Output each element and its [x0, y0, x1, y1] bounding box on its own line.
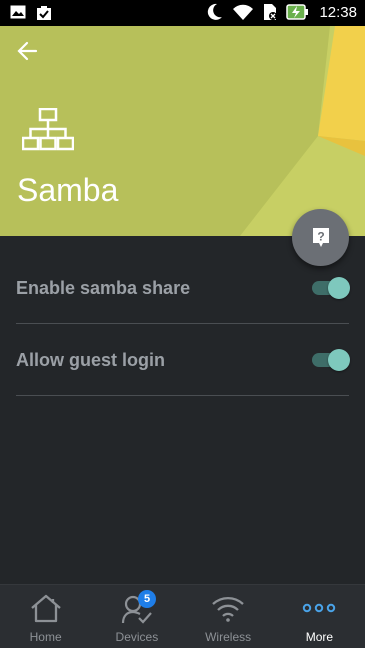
more-icon — [303, 603, 336, 613]
battery-charging-icon — [286, 4, 309, 20]
nav-item-more[interactable]: More — [274, 585, 365, 648]
settings-list: Enable samba share Allow guest login — [0, 252, 365, 396]
setting-label: Enable samba share — [16, 278, 191, 298]
nav-label: Home — [29, 630, 62, 644]
setting-row-enable-samba[interactable]: Enable samba share — [16, 252, 350, 324]
home-icon — [30, 594, 61, 623]
nav-item-devices[interactable]: Devices — [91, 585, 182, 648]
sim-icon — [264, 4, 278, 20]
wifi-icon — [233, 4, 254, 20]
nav-item-wireless[interactable]: Wireless — [183, 585, 274, 648]
clipboard-check-icon — [37, 6, 51, 20]
status-time: 12:38 — [319, 3, 357, 21]
svg-text:?: ? — [317, 229, 324, 243]
image-icon — [10, 5, 26, 19]
nav-label: Devices — [115, 630, 159, 644]
back-button[interactable] — [14, 38, 42, 64]
guest-login-toggle[interactable] — [312, 349, 350, 371]
toggle-thumb — [328, 277, 350, 299]
enable-samba-toggle[interactable] — [312, 277, 350, 299]
devices-count-badge: 5 — [138, 590, 156, 608]
network-share-icon — [22, 108, 74, 151]
wifi-icon — [212, 597, 244, 622]
setting-row-guest-login[interactable]: Allow guest login — [16, 324, 350, 396]
help-button[interactable]: ? — [292, 209, 349, 266]
bottom-nav: Home Devices Wireless More — [0, 584, 365, 648]
nav-label: Wireless — [205, 630, 252, 644]
nav-label: More — [305, 630, 334, 644]
setting-label: Allow guest login — [16, 350, 165, 370]
nav-item-home[interactable]: Home — [0, 585, 91, 648]
help-bubble-icon: ? — [312, 227, 329, 247]
page-header: Samba — [0, 26, 365, 236]
page-title: Samba — [17, 172, 119, 208]
status-bar: 12:38 — [0, 0, 365, 26]
arrow-left-icon — [17, 41, 38, 61]
toggle-thumb — [328, 349, 350, 371]
moon-icon — [208, 3, 223, 20]
